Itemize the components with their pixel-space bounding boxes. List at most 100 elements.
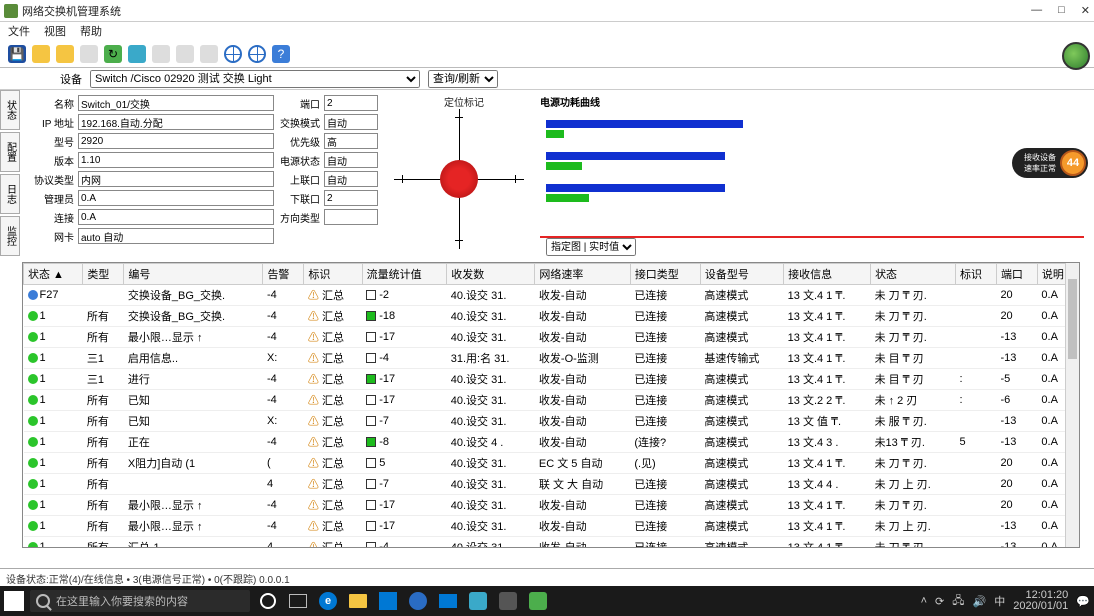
- tray-ime-icon[interactable]: 中: [994, 593, 1005, 609]
- table-row[interactable]: 1所有最小限…显示 ↑-4⚠ 汇总 -1740.设交 31.收发-自动已连接高速…: [24, 327, 1079, 348]
- system-tray[interactable]: ˄ ⟳ 🖧 🔊 中 12:01:20 2020/01/01 💬: [921, 590, 1090, 612]
- taskbar-search[interactable]: 在这里输入你要搜索的内容: [30, 590, 250, 612]
- taskbar-clock[interactable]: 12:01:20 2020/01/01: [1013, 590, 1068, 612]
- app1-icon[interactable]: [406, 589, 430, 613]
- menu-file[interactable]: 文件: [8, 23, 30, 39]
- field-input[interactable]: [324, 190, 378, 206]
- column-header[interactable]: 类型: [83, 264, 124, 285]
- field-input[interactable]: [78, 209, 274, 225]
- tray-network-icon[interactable]: 🖧: [952, 592, 964, 611]
- table-row[interactable]: 1所有4⚠ 汇总 -740.设交 31.联 文 大 自动已连接高速模式13 文.…: [24, 474, 1079, 495]
- column-header[interactable]: 接口类型: [630, 264, 700, 285]
- menu-help[interactable]: 帮助: [80, 23, 102, 39]
- explorer-icon[interactable]: [346, 589, 370, 613]
- field-input[interactable]: [78, 152, 274, 168]
- column-header[interactable]: 标识: [955, 264, 996, 285]
- table-cell: 31.用:名 31.: [447, 348, 535, 369]
- table-cell: 1: [24, 537, 83, 549]
- sidetab-1[interactable]: 状态: [0, 90, 20, 130]
- device-icon[interactable]: [200, 45, 218, 63]
- table-cell: 收发-自动: [535, 495, 630, 516]
- action-select[interactable]: 查询/刷新: [428, 70, 498, 88]
- field-input[interactable]: [78, 171, 274, 187]
- field-input[interactable]: [324, 133, 378, 149]
- cortana-icon[interactable]: [256, 589, 280, 613]
- column-header[interactable]: 端口: [996, 264, 1037, 285]
- field-input[interactable]: [324, 95, 378, 111]
- field-input[interactable]: [324, 209, 378, 225]
- table-row[interactable]: F27交换设备_BG_交换.-4⚠ 汇总 -240.设交 31.收发-自动已连接…: [24, 285, 1079, 306]
- table-row[interactable]: 1所有最小限…显示 ↑-4⚠ 汇总 -1740.设交 31.收发-自动已连接高速…: [24, 516, 1079, 537]
- refresh-icon[interactable]: ↻: [104, 45, 122, 63]
- field-input[interactable]: [324, 152, 378, 168]
- column-header[interactable]: 设备型号: [700, 264, 783, 285]
- overlay-badge[interactable]: 接收设备速率正常 44: [1012, 148, 1088, 178]
- notifications-icon[interactable]: 💬: [1076, 595, 1090, 608]
- globe-icon[interactable]: [224, 45, 242, 63]
- menu-view[interactable]: 视图: [44, 23, 66, 39]
- column-header[interactable]: 标识: [304, 264, 362, 285]
- form-row: 连接: [24, 208, 274, 226]
- table-row[interactable]: 1所有正在-4⚠ 汇总 -840.设交 4 .收发-自动(连接?高速模式13 文…: [24, 432, 1079, 453]
- table-row[interactable]: 1所有汇总-14⚠ 汇总 -440.设交 31.收发-自动已连接高速模式13 文…: [24, 537, 1079, 549]
- folder2-icon[interactable]: [56, 45, 74, 63]
- sidetab-4[interactable]: 监控: [0, 216, 20, 256]
- checkbox-icon: [366, 290, 376, 300]
- paste-icon[interactable]: [176, 45, 194, 63]
- taskview-icon[interactable]: [286, 589, 310, 613]
- app3-icon[interactable]: [496, 589, 520, 613]
- tray-chevron-icon[interactable]: ˄: [921, 595, 927, 607]
- mail-icon[interactable]: [436, 589, 460, 613]
- sidetab-3[interactable]: 日志: [0, 174, 20, 214]
- table-row[interactable]: 1所有已知-4⚠ 汇总 -1740.设交 31.收发-自动已连接高速模式13 文…: [24, 390, 1079, 411]
- table-row[interactable]: 1三1进行-4⚠ 汇总 -1740.设交 31.收发-自动已连接高速模式13 文…: [24, 369, 1079, 390]
- table-cell: 40.设交 31.: [447, 327, 535, 348]
- globe2-icon[interactable]: [248, 45, 266, 63]
- maximize-button[interactable]: □: [1058, 4, 1065, 17]
- tray-volume-icon[interactable]: 🔊: [973, 595, 987, 608]
- column-header[interactable]: 流量统计值: [362, 264, 447, 285]
- field-input[interactable]: [324, 171, 378, 187]
- help-icon[interactable]: ?: [272, 45, 290, 63]
- tray-sync-icon[interactable]: ⟳: [935, 595, 944, 608]
- form-row: 管理员: [24, 189, 274, 207]
- field-input[interactable]: [324, 114, 378, 130]
- column-header[interactable]: 接收信息: [784, 264, 871, 285]
- vertical-scrollbar[interactable]: [1065, 263, 1079, 547]
- close-button[interactable]: ✕: [1081, 4, 1090, 17]
- device-select[interactable]: Switch /Cisco 02920 测试 交换 Light: [90, 70, 420, 88]
- column-header[interactable]: 编号: [124, 264, 263, 285]
- minimize-button[interactable]: —: [1031, 4, 1042, 17]
- table-row[interactable]: 1三1启用信息..X:⚠ 汇总 -431.用:名 31.收发-O-监测已连接基速…: [24, 348, 1079, 369]
- copy-icon[interactable]: [152, 45, 170, 63]
- store-icon[interactable]: [376, 589, 400, 613]
- column-header[interactable]: 状态 ▲: [24, 264, 83, 285]
- column-header[interactable]: 收发数: [447, 264, 535, 285]
- save-icon[interactable]: 💾: [8, 45, 26, 63]
- field-input[interactable]: [78, 114, 274, 130]
- field-input[interactable]: [78, 228, 274, 244]
- app4-icon[interactable]: [526, 589, 550, 613]
- table-row[interactable]: 1所有X阻力]自动 (1(⚠ 汇总 540.设交 31.EC 文 5 自动(.见…: [24, 453, 1079, 474]
- column-header[interactable]: 状态: [871, 264, 956, 285]
- app2-icon[interactable]: [466, 589, 490, 613]
- chart-mode-select[interactable]: 指定图 | 实时值: [546, 238, 636, 256]
- field-input[interactable]: [78, 133, 274, 149]
- export-icon[interactable]: [128, 45, 146, 63]
- warning-icon: ⚠: [308, 458, 319, 470]
- table-row[interactable]: 1所有已知X:⚠ 汇总 -740.设交 31.收发-自动已连接高速模式13 文 …: [24, 411, 1079, 432]
- column-header[interactable]: 告警: [263, 264, 304, 285]
- tool1-icon[interactable]: [80, 45, 98, 63]
- folder-icon[interactable]: [32, 45, 50, 63]
- table-cell: -7: [362, 474, 447, 495]
- column-header[interactable]: 网络速率: [535, 264, 630, 285]
- start-button[interactable]: [4, 591, 24, 611]
- sidetab-2[interactable]: 配置: [0, 132, 20, 172]
- field-input[interactable]: [78, 190, 274, 206]
- data-grid-wrap[interactable]: 状态 ▲类型编号告警标识流量统计值收发数网络速率接口类型设备型号接收信息状态标识…: [22, 262, 1080, 548]
- field-input[interactable]: [78, 95, 274, 111]
- table-row[interactable]: 1所有交换设备_BG_交换.-4⚠ 汇总 -1840.设交 31.收发-自动已连…: [24, 306, 1079, 327]
- table-cell: 40.设交 31.: [447, 411, 535, 432]
- table-row[interactable]: 1所有最小限…显示 ↑-4⚠ 汇总 -1740.设交 31.收发-自动已连接高速…: [24, 495, 1079, 516]
- edge-icon[interactable]: e: [316, 589, 340, 613]
